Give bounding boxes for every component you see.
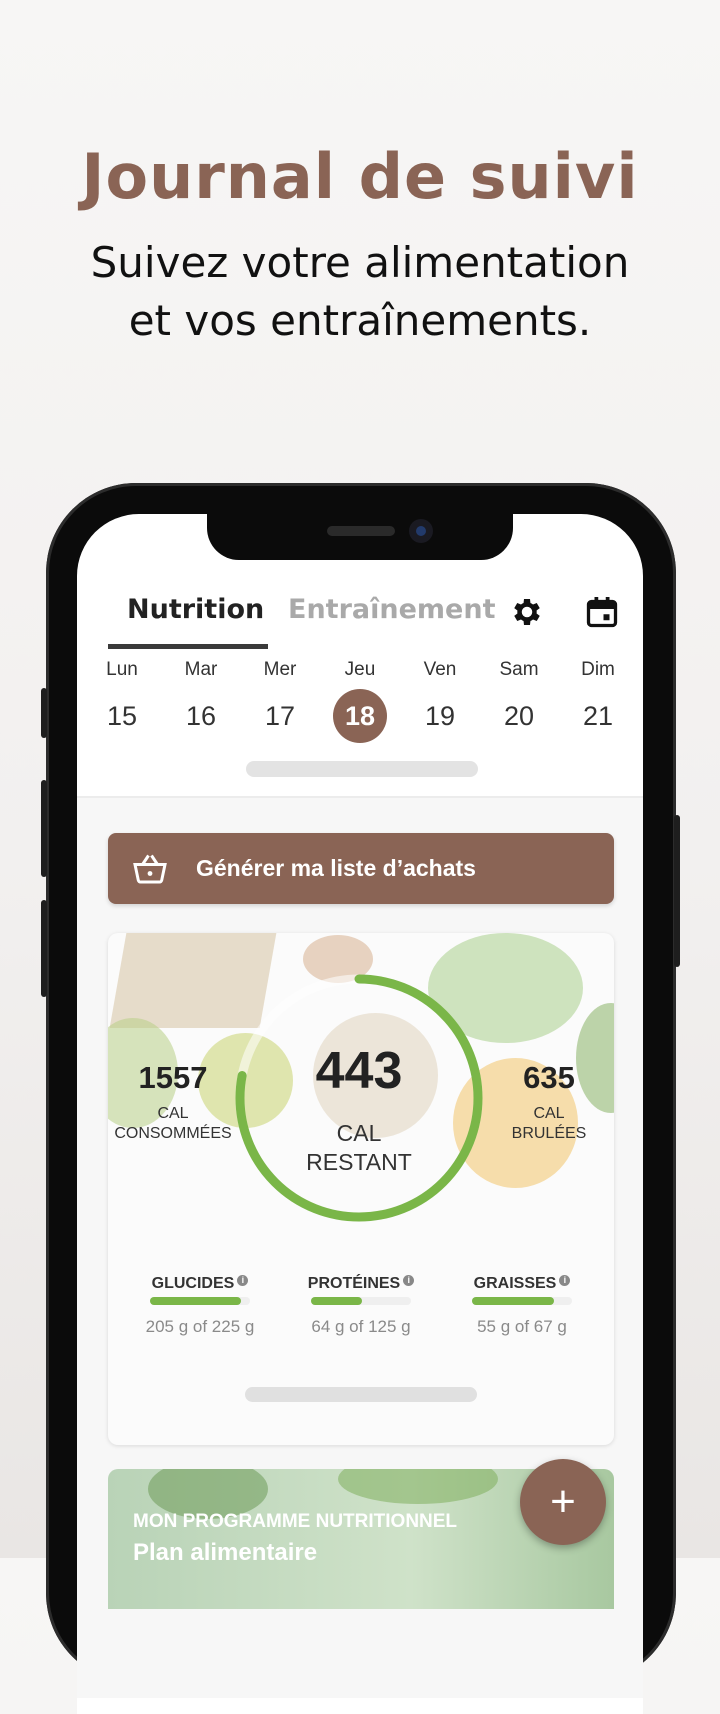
phone-screen: Nutrition Entraînement Lun 15 Mar 16 Mer 17 Je…	[77, 514, 643, 1714]
promo-subtitle: Suivez votre alimentation et vos entraîn…	[0, 234, 720, 350]
day-label: Ven	[423, 659, 457, 680]
program-label: MON PROGRAMME NUTRITIONNEL	[133, 1511, 458, 1532]
macro-fat-name: GRAISSES i	[447, 1275, 597, 1293]
tab-training[interactable]: Entraînement	[288, 594, 495, 625]
day-number: 15	[106, 701, 138, 731]
day-16[interactable]: Mar 16	[171, 659, 231, 743]
shopping-list-label: Générer ma liste d’achats	[196, 855, 476, 881]
basket-icon	[133, 854, 167, 884]
program-title: Plan alimentaire	[133, 1539, 318, 1566]
food-decoration	[338, 1469, 498, 1504]
phone-power-button	[674, 815, 680, 967]
calories-burned-value: 635	[523, 1060, 575, 1095]
macro-carbs-name: GLUCIDES i	[125, 1275, 275, 1293]
phone-volume-down	[41, 900, 47, 997]
day-label: Mer	[263, 659, 297, 680]
phone-notch	[207, 510, 513, 560]
day-label: Sam	[499, 659, 539, 680]
macro-fat-label: GRAISSES	[473, 1275, 557, 1292]
day-19[interactable]: Ven 19	[410, 659, 470, 743]
macro-carbs-bar-fill	[150, 1297, 241, 1305]
day-20[interactable]: Sam 20	[489, 659, 549, 743]
calories-consumed-unit: CAL	[157, 1105, 189, 1122]
day-number: 17	[264, 701, 296, 731]
day-number: 21	[582, 701, 614, 731]
macro-fat-bar	[472, 1297, 572, 1305]
macro-protein-label: PROTÉINES	[307, 1275, 401, 1292]
day-label: Mar	[184, 659, 218, 680]
macro-protein-bar-fill	[311, 1297, 362, 1305]
macro-protein[interactable]: PROTÉINES i 64 g of 125 g	[286, 1275, 436, 1337]
calories-burned-label: BRULÉES	[511, 1125, 587, 1142]
calories-remaining-text: RESTANT	[306, 1149, 412, 1175]
calories-burned: 635 CAL BRULÉES	[479, 1060, 614, 1144]
day-21[interactable]: Dim 21	[568, 659, 628, 743]
info-icon[interactable]: i	[237, 1275, 249, 1286]
macro-protein-value: 64 g of 125 g	[311, 1317, 411, 1336]
calories-burned-unit: CAL	[533, 1105, 565, 1122]
macro-carbs-label: GLUCIDES	[151, 1275, 235, 1292]
calories-remaining-value: 443	[315, 1042, 403, 1100]
day-18[interactable]: Jeu 18	[330, 659, 390, 743]
calories-remaining-unit: CAL	[336, 1120, 382, 1146]
card-drag-handle[interactable]	[245, 1387, 477, 1402]
day-label: Lun	[106, 659, 138, 680]
phone-mute-switch	[41, 688, 47, 738]
info-icon[interactable]: i	[559, 1275, 571, 1286]
top-tabs: Nutrition Entraînement	[77, 584, 643, 654]
gear-icon[interactable]	[509, 594, 545, 630]
day-number: 16	[185, 701, 217, 731]
day-number: 19	[424, 701, 456, 731]
macro-carbs-bar	[150, 1297, 250, 1305]
active-tab-indicator	[108, 644, 268, 649]
day-number-selected: 18	[333, 689, 387, 743]
macro-carbs[interactable]: GLUCIDES i 205 g of 225 g	[125, 1275, 275, 1337]
day-number: 20	[503, 701, 535, 731]
phone-volume-up	[41, 780, 47, 877]
speaker-grille	[327, 526, 395, 536]
macro-protein-name: PROTÉINES i	[286, 1275, 436, 1293]
generate-shopping-list-button[interactable]: Générer ma liste d’achats	[108, 833, 614, 904]
calories-consumed-value: 1557	[138, 1060, 208, 1095]
day-17[interactable]: Mer 17	[250, 659, 310, 743]
macro-fat-value: 55 g of 67 g	[477, 1317, 567, 1336]
info-icon[interactable]: i	[403, 1275, 415, 1286]
day-label: Dim	[581, 659, 615, 680]
calories-consumed: 1557 CAL CONSOMMÉES	[108, 1060, 243, 1144]
macro-fat[interactable]: GRAISSES i 55 g of 67 g	[447, 1275, 597, 1337]
promo-subtitle-line-2: et vos entraînements.	[128, 296, 592, 345]
week-drag-handle[interactable]	[246, 761, 478, 777]
tab-nutrition[interactable]: Nutrition	[127, 594, 264, 625]
add-entry-button[interactable]: +	[520, 1459, 606, 1545]
calorie-summary-card: 1557 CAL CONSOMMÉES 635 CAL BRULÉES 443 …	[108, 933, 614, 1445]
promo-title: Journal de suivi	[81, 140, 639, 213]
day-label: Jeu	[344, 659, 376, 680]
macro-protein-bar	[311, 1297, 411, 1305]
macro-carbs-value: 205 g of 225 g	[145, 1317, 255, 1336]
front-camera	[409, 519, 433, 543]
calendar-icon[interactable]	[584, 594, 620, 630]
promo-subtitle-line-1: Suivez votre alimentation	[90, 238, 630, 287]
day-15[interactable]: Lun 15	[92, 659, 152, 743]
macro-fat-bar-fill	[472, 1297, 554, 1305]
calories-remaining-label: CAL RESTANT	[234, 1119, 484, 1177]
calories-consumed-label: CONSOMMÉES	[114, 1125, 232, 1142]
